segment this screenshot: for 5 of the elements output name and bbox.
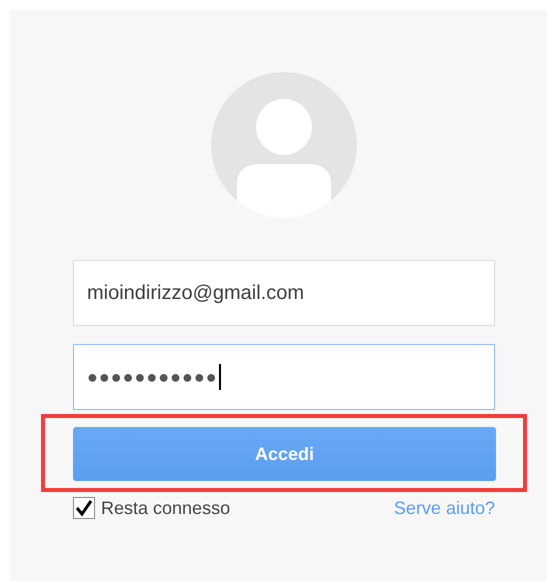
avatar-icon [211, 72, 357, 218]
email-field[interactable]: mioindirizzo@gmail.com [73, 260, 495, 326]
checkbox[interactable] [73, 497, 95, 519]
password-field[interactable]: ●●●●●●●●●●● [73, 344, 495, 410]
checkbox-label: Resta connesso [101, 498, 230, 518]
